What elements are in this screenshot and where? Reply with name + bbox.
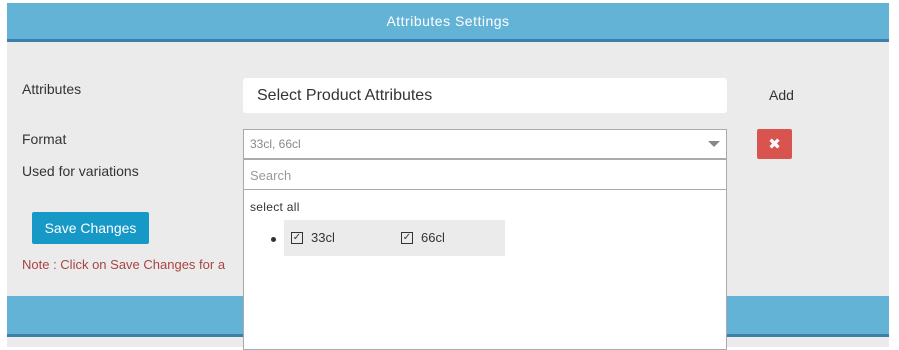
option-label: 33cl [311, 230, 335, 245]
close-icon: ✖ [768, 136, 781, 153]
option-66cl[interactable]: ✓ 66cl [401, 230, 445, 245]
attributes-settings-panel: Attributes Settings Attributes Select Pr… [7, 3, 889, 350]
used-for-variations-label: Used for variations [22, 163, 139, 179]
checkbox-icon[interactable]: ✓ [291, 231, 303, 244]
chevron-down-icon[interactable] [708, 141, 720, 147]
format-label: Format [22, 131, 67, 147]
checkbox-icon[interactable]: ✓ [401, 231, 413, 244]
dropdown-search-input[interactable] [244, 162, 726, 190]
format-select[interactable]: 33cl, 66cl [243, 129, 727, 159]
save-note: Note : Click on Save Changes for a [22, 257, 226, 272]
panel-header: Attributes Settings [7, 3, 889, 42]
list-bullet [271, 237, 276, 242]
remove-attribute-button[interactable]: ✖ [757, 129, 792, 159]
attributes-label: Attributes [22, 81, 82, 97]
format-select-value: 33cl, 66cl [250, 137, 301, 151]
attributes-select-value: Select Product Attributes [257, 86, 433, 104]
attributes-select[interactable]: Select Product Attributes [243, 78, 727, 113]
add-link[interactable]: Add [769, 87, 794, 103]
format-dropdown: select all ✓ 33cl ✓ 66cl [243, 159, 727, 350]
option-label: 66cl [421, 230, 445, 245]
option-33cl[interactable]: ✓ 33cl [291, 230, 335, 245]
save-changes-button[interactable]: Save Changes [32, 212, 149, 244]
select-all-link[interactable]: select all [250, 200, 300, 214]
save-changes-label: Save Changes [44, 220, 137, 236]
panel-title: Attributes Settings [386, 13, 510, 29]
options-group: ✓ 33cl ✓ 66cl [284, 220, 505, 256]
